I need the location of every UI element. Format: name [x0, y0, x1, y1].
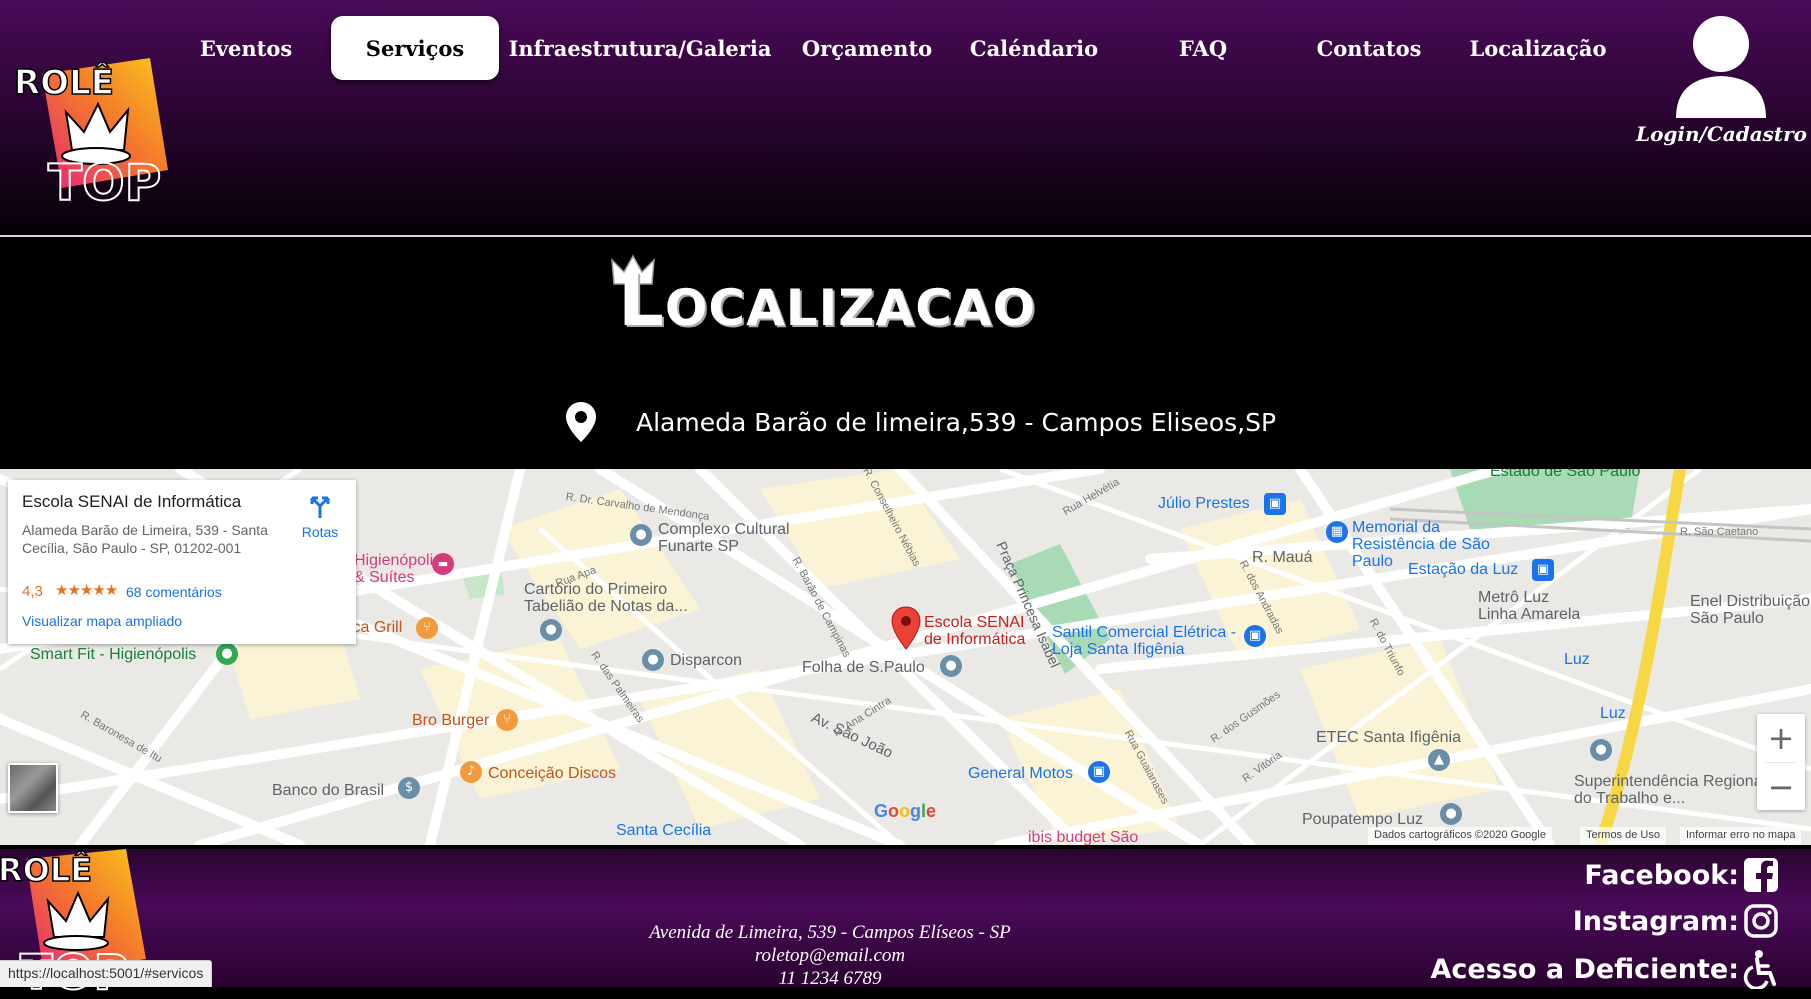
login-label: Login/Cadastro: [1636, 122, 1808, 146]
place-info-card: Escola SENAI de Informática Alameda Barã…: [8, 480, 356, 644]
train-station-icon: ▣: [1264, 493, 1286, 515]
poi-superintendencia[interactable]: Superintendência Regional do Trabalho e.…: [1574, 773, 1774, 807]
directions-button[interactable]: Rotas: [291, 492, 349, 552]
marker-label: Escola SENAI de Informática: [924, 614, 1026, 648]
zoom-out-button[interactable]: −: [1757, 763, 1805, 811]
card-rating: 4,3: [22, 583, 43, 600]
poi-banco-brasil[interactable]: Banco do Brasil: [272, 782, 384, 799]
footer-address: Avenida de Limeira, 539 - Campos Elíseos…: [649, 922, 1011, 943]
directions-icon: [310, 496, 330, 518]
restaurant-pin-icon: ⑂: [416, 617, 438, 639]
museum-pin-icon: ▦: [1326, 521, 1348, 543]
card-address: Alameda Barão de Limeira, 539 - Santa Ce…: [22, 522, 268, 556]
poi-etec[interactable]: ETEC Santa Ifigênia: [1316, 729, 1461, 746]
facebook-label: Facebook:: [1584, 859, 1739, 891]
hotel-pin-icon: ▬: [432, 553, 454, 575]
place-pin-icon: ●: [540, 619, 562, 641]
location-address: Alameda Barão de limeira,539 - Campos El…: [636, 408, 1277, 437]
shop-pin-icon: ♪: [460, 761, 482, 783]
poi-luz-2[interactable]: Luz: [1600, 705, 1626, 722]
rating-stars-icon: ★★★★★: [55, 582, 118, 599]
footer-contact: Avenida de Limeira, 539 - Campos Elíseos…: [580, 921, 1080, 990]
poi-santa-cecilia[interactable]: Santa Cecília: [616, 822, 711, 839]
instagram-link[interactable]: Instagram:: [1573, 903, 1779, 939]
view-larger-map-link[interactable]: Visualizar mapa ampliado: [22, 613, 182, 629]
poi-estado-sp[interactable]: Estado de São Paulo: [1490, 469, 1640, 480]
street-label: R. São Caetano: [1680, 526, 1759, 538]
svg-text:ROLÊ: ROLÊ: [0, 851, 92, 889]
restaurant-pin-icon: ⑂: [496, 709, 518, 731]
svg-text:TOP: TOP: [48, 154, 161, 212]
map-attribution: Dados cartográficos ©2020 Google: [1368, 827, 1552, 845]
user-icon: [1676, 16, 1766, 118]
poi-smart-fit[interactable]: Smart Fit - Higienópolis: [30, 646, 196, 663]
poi-enel[interactable]: Enel Distribuição São Paulo: [1690, 593, 1811, 627]
place-pin-icon: ●: [1590, 739, 1612, 761]
poi-estacao-luz[interactable]: Estação da Luz: [1408, 561, 1518, 578]
report-error-link[interactable]: Informar erro no mapa: [1680, 827, 1802, 845]
poi-cartorio[interactable]: Cartório do Primeiro Tabelião de Notas d…: [524, 581, 714, 615]
school-pin-icon: ▲: [1428, 749, 1450, 771]
facebook-icon: [1744, 858, 1778, 893]
poi-poupatempo[interactable]: Poupatempo Luz: [1302, 811, 1423, 828]
login-button[interactable]: Login/Cadastro: [1636, 14, 1808, 150]
poi-higienopolis[interactable]: Higienópolis & Suítes: [354, 552, 441, 586]
poi-luz-1[interactable]: Luz: [1564, 651, 1590, 668]
nav-localizacao[interactable]: Localização: [1460, 16, 1616, 80]
zoom-in-button[interactable]: +: [1757, 714, 1805, 762]
poi-metro-luz[interactable]: Metrô Luz Linha Amarela: [1478, 589, 1588, 623]
museum-pin-icon: ●: [630, 524, 652, 546]
wheelchair-icon: [1743, 950, 1776, 989]
roletop-logo[interactable]: ROLÊ TOP: [10, 52, 210, 212]
bank-pin-icon: $: [398, 777, 420, 799]
nav-calendario[interactable]: Caléndario: [958, 16, 1110, 80]
nav-contatos[interactable]: Contatos: [1294, 16, 1444, 80]
accessibility-link[interactable]: Acesso a Deficiente:: [1431, 949, 1779, 989]
nav-eventos[interactable]: Eventos: [184, 16, 308, 80]
place-pin-icon: ●: [940, 655, 962, 677]
poi-complexo-cultural[interactable]: Complexo Cultural Funarte SP: [658, 521, 808, 555]
facebook-link[interactable]: Facebook:: [1584, 857, 1779, 893]
instagram-label: Instagram:: [1572, 905, 1739, 937]
nav-orcamento[interactable]: Orçamento: [792, 16, 942, 80]
google-map[interactable]: R. Dr. Carvalho de Mendonça Rua Apa R. B…: [0, 469, 1811, 845]
poi-bro-burger[interactable]: Bro Burger: [412, 712, 489, 729]
poi-julio-prestes[interactable]: Júlio Prestes: [1158, 495, 1250, 512]
shop-pin-icon: ▣: [1244, 625, 1266, 647]
train-station-icon: ▣: [1532, 559, 1554, 581]
gym-pin-icon: ●: [216, 643, 238, 665]
footer-email[interactable]: roletop@email.com: [580, 944, 1080, 967]
red-marker-icon[interactable]: [890, 605, 922, 651]
poi-disparcon[interactable]: Disparcon: [670, 652, 742, 669]
place-pin-icon: ●: [642, 649, 664, 671]
browser-status-url: https://localhost:5001/#servicos: [0, 960, 213, 987]
google-logo: Google: [874, 801, 937, 821]
terms-link[interactable]: Termos de Uso: [1580, 827, 1666, 845]
nav-servicos[interactable]: Serviços: [331, 16, 499, 80]
svg-text:ROLÊ: ROLÊ: [14, 62, 114, 103]
instagram-icon: [1744, 904, 1778, 938]
section-title: Localizacao: [606, 250, 1206, 350]
page-title: Localizacao: [618, 258, 1037, 342]
nav-infraestrutura-galeria[interactable]: Infraestrutura/Galeria: [509, 16, 772, 80]
place-pin-icon: ●: [1440, 803, 1462, 825]
satellite-toggle[interactable]: [8, 763, 58, 813]
card-reviews-link[interactable]: 68 comentários: [126, 584, 222, 600]
card-title: Escola SENAI de Informática: [22, 492, 242, 511]
poi-santil[interactable]: Santil Comercial Elétrica - Loja Santa I…: [1052, 624, 1242, 658]
location-pin-icon: [566, 402, 596, 442]
accessibility-label: Acesso a Deficiente:: [1430, 953, 1739, 985]
directions-label: Rotas: [301, 524, 339, 540]
nav-faq[interactable]: FAQ: [1128, 16, 1278, 80]
street-label: R. Mauá: [1252, 549, 1313, 566]
poi-folha[interactable]: Folha de S.Paulo: [802, 659, 925, 676]
site-header: ROLÊ TOP Eventos Serviços Infraestrutura…: [0, 0, 1811, 237]
shop-pin-icon: ▣: [1088, 761, 1110, 783]
zoom-controls: + −: [1757, 714, 1805, 810]
poi-ibis[interactable]: ibis budget São: [1028, 829, 1138, 845]
site-footer: ROLÊ TOP Avenida de Limeira, 539 - Campo…: [0, 845, 1811, 999]
poi-general-motos[interactable]: General Motos: [968, 765, 1073, 782]
poi-conceicao-discos[interactable]: Conceição Discos: [488, 765, 616, 782]
